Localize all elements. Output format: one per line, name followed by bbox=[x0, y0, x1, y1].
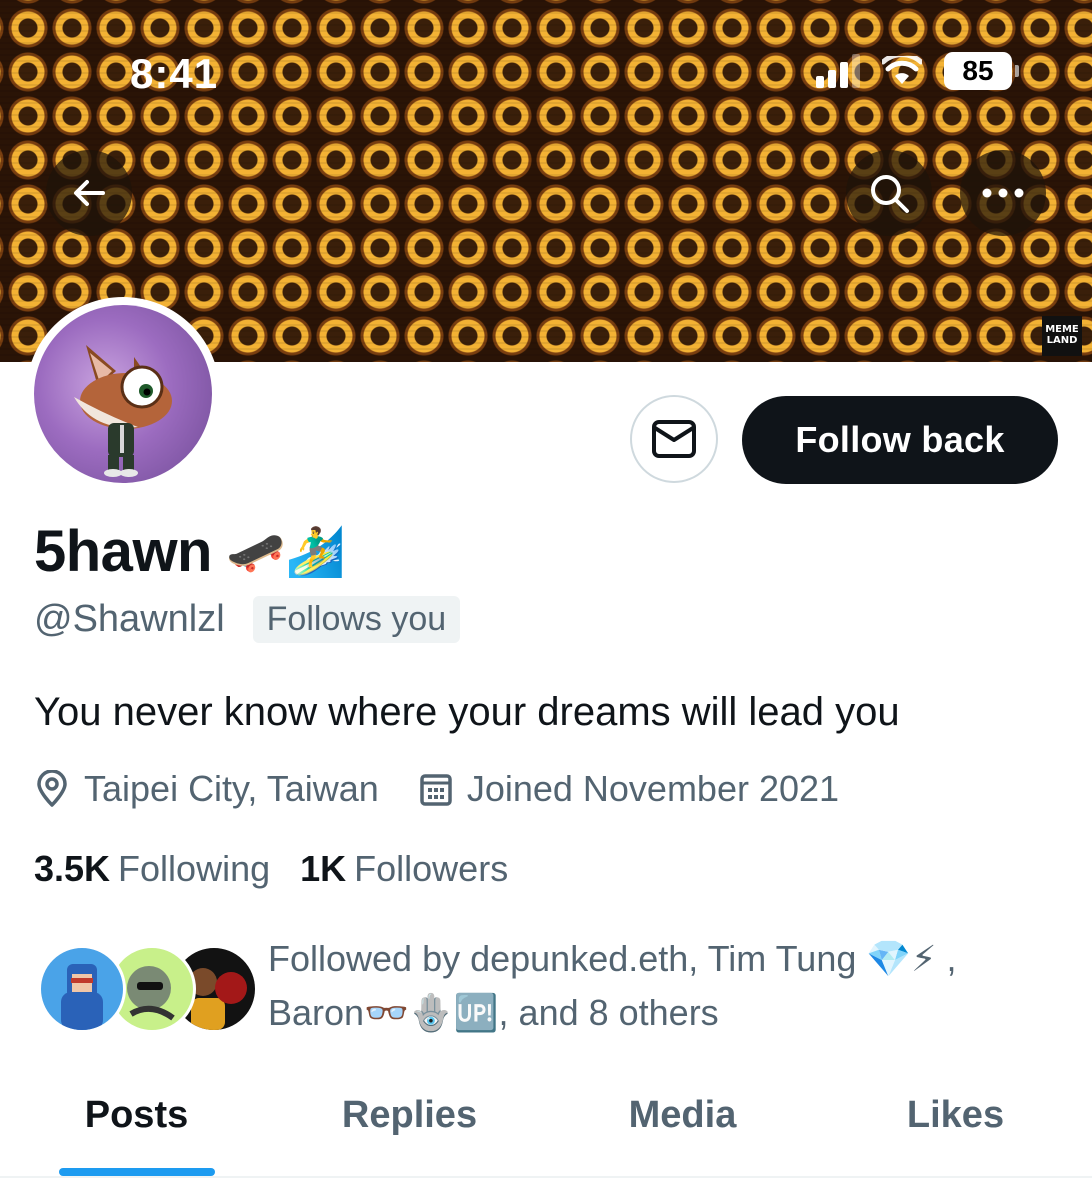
calendar-icon bbox=[420, 774, 452, 806]
mail-icon bbox=[652, 420, 696, 458]
followed-by-line2: Baron👓🪬🆙, and 8 others bbox=[268, 992, 719, 1033]
tab-replies[interactable]: Replies bbox=[273, 1080, 546, 1180]
followers-count: 1K bbox=[300, 848, 347, 889]
memeland-logo: MEME LAND bbox=[1042, 316, 1082, 356]
more-button[interactable] bbox=[960, 150, 1046, 236]
fox-character-illustration bbox=[74, 345, 172, 477]
avatar-image bbox=[34, 305, 212, 483]
battery-indicator: 85 bbox=[944, 52, 1019, 90]
following-count-link[interactable]: 3.5K Following bbox=[34, 848, 270, 890]
follows-you-badge: Follows you bbox=[252, 596, 461, 643]
following-count: 3.5K bbox=[34, 848, 111, 889]
followed-by-text[interactable]: Followed by depunked.eth, Tim Tung 💎⚡ , … bbox=[268, 932, 1048, 1040]
display-name: 5hawn bbox=[34, 519, 213, 584]
followers-count-link[interactable]: 1K Followers bbox=[300, 848, 508, 890]
signal-icon bbox=[816, 54, 860, 88]
joined-item: Joined November 2021 bbox=[419, 768, 839, 810]
followers-label: Followers bbox=[354, 848, 509, 889]
location-item: Taipei City, Taiwan bbox=[34, 768, 379, 810]
search-icon bbox=[871, 175, 909, 213]
user-handle: @Shawnlzl bbox=[34, 598, 225, 640]
following-label: Following bbox=[118, 848, 271, 889]
status-time: 8:41 bbox=[130, 50, 219, 97]
tab-posts[interactable]: Posts bbox=[0, 1080, 273, 1180]
followed-by-avatars[interactable] bbox=[38, 945, 258, 1035]
status-icons: 85 bbox=[816, 52, 1019, 90]
profile-tabs: Posts Replies Media Likes bbox=[0, 1080, 1092, 1180]
memeland-logo-line1: MEME bbox=[1045, 324, 1079, 335]
tab-likes[interactable]: Likes bbox=[819, 1080, 1092, 1180]
follow-back-button[interactable]: Follow back bbox=[742, 396, 1058, 484]
wifi-icon bbox=[882, 56, 922, 84]
more-icon bbox=[982, 188, 1024, 198]
location-icon bbox=[37, 770, 67, 807]
tab-media[interactable]: Media bbox=[546, 1080, 819, 1180]
follower-avatar-1 bbox=[38, 945, 126, 1033]
joined-text: Joined November 2021 bbox=[466, 768, 840, 809]
follow-counts: 3.5K Following 1K Followers bbox=[34, 848, 508, 890]
name-emojis: 🛹🏄‍♂️ bbox=[226, 526, 346, 579]
followed-by-line1: Followed by depunked.eth, Tim Tung 💎⚡ , bbox=[268, 938, 957, 979]
handle-row: @Shawnlzl Follows you bbox=[34, 596, 461, 643]
message-button[interactable] bbox=[630, 395, 718, 483]
profile-name-row: 5hawn 🛹🏄‍♂️ bbox=[34, 518, 346, 585]
back-button[interactable] bbox=[46, 150, 132, 236]
profile-meta: Taipei City, Taiwan Joined November 2021 bbox=[34, 768, 839, 810]
profile-bio: You never know where your dreams will le… bbox=[34, 690, 900, 734]
back-arrow-icon bbox=[74, 180, 105, 206]
memeland-logo-line2: LAND bbox=[1046, 335, 1078, 346]
location-text: Taipei City, Taiwan bbox=[84, 768, 379, 809]
profile-avatar[interactable] bbox=[26, 297, 220, 491]
search-button[interactable] bbox=[846, 150, 932, 236]
tabs-divider bbox=[0, 1176, 1092, 1178]
